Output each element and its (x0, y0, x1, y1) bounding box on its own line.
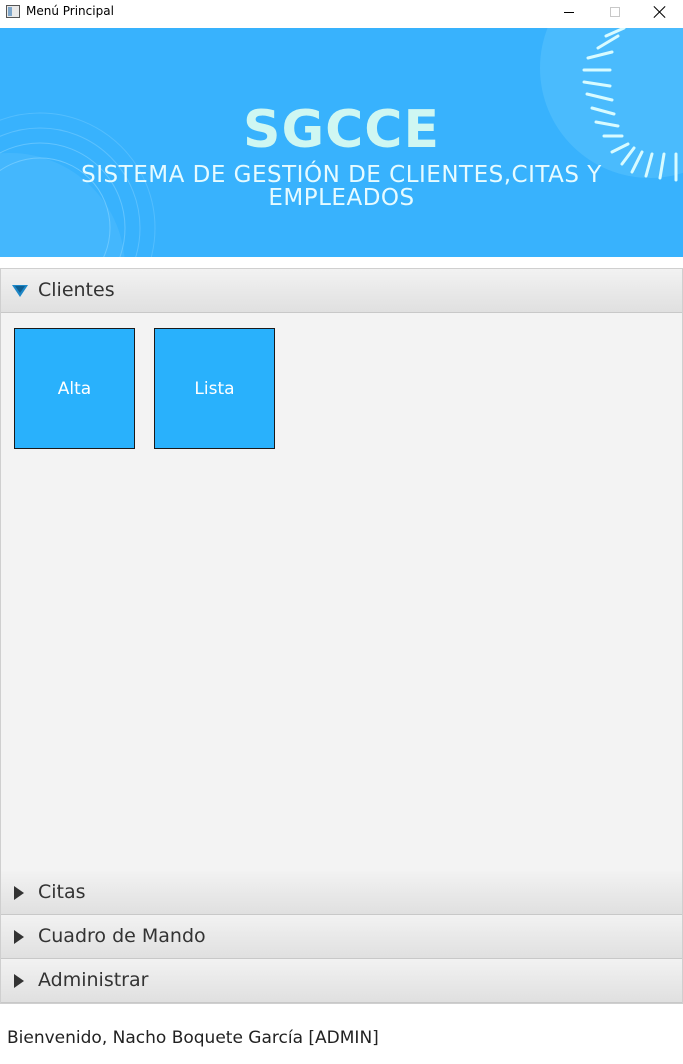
pane-label-cuadro-de-mando: Cuadro de Mando (38, 925, 206, 947)
pane-label-clientes: Clientes (38, 279, 115, 301)
triangle-down-icon (12, 285, 28, 297)
main-accordion: Clientes Alta Lista Citas Cuadro de Mand… (0, 268, 683, 1004)
pane-label-administrar: Administrar (38, 969, 149, 991)
app-window-icon (6, 5, 20, 18)
welcome-status: Bienvenido, Nacho Boquete García [ADMIN] (7, 1028, 379, 1048)
app-title: SGCCE (243, 100, 440, 160)
pane-label-citas: Citas (38, 881, 86, 903)
close-icon (654, 6, 666, 18)
triangle-right-icon (14, 930, 24, 944)
maximize-icon (610, 7, 620, 17)
maximize-button[interactable] (592, 0, 638, 24)
pane-header-clientes[interactable]: Clientes (1, 269, 682, 313)
pane-header-administrar[interactable]: Administrar (1, 959, 682, 1003)
pane-content-clientes: Alta Lista (1, 313, 682, 871)
close-button[interactable] (637, 0, 683, 24)
lista-button[interactable]: Lista (154, 328, 275, 449)
alta-button[interactable]: Alta (14, 328, 135, 449)
window-title: Menú Principal (26, 4, 114, 18)
minimize-icon (564, 11, 574, 13)
triangle-right-icon (14, 974, 24, 988)
app-subtitle: SISTEMA DE GESTIÓN DE CLIENTES,CITAS Y E… (81, 162, 602, 211)
window-titlebar: Menú Principal (0, 0, 683, 24)
header-banner: SGCCE SISTEMA DE GESTIÓN DE CLIENTES,CIT… (0, 28, 683, 257)
minimize-button[interactable] (546, 0, 592, 24)
pane-header-citas[interactable]: Citas (1, 871, 682, 915)
triangle-right-icon (14, 886, 24, 900)
pane-header-cuadro-de-mando[interactable]: Cuadro de Mando (1, 915, 682, 959)
